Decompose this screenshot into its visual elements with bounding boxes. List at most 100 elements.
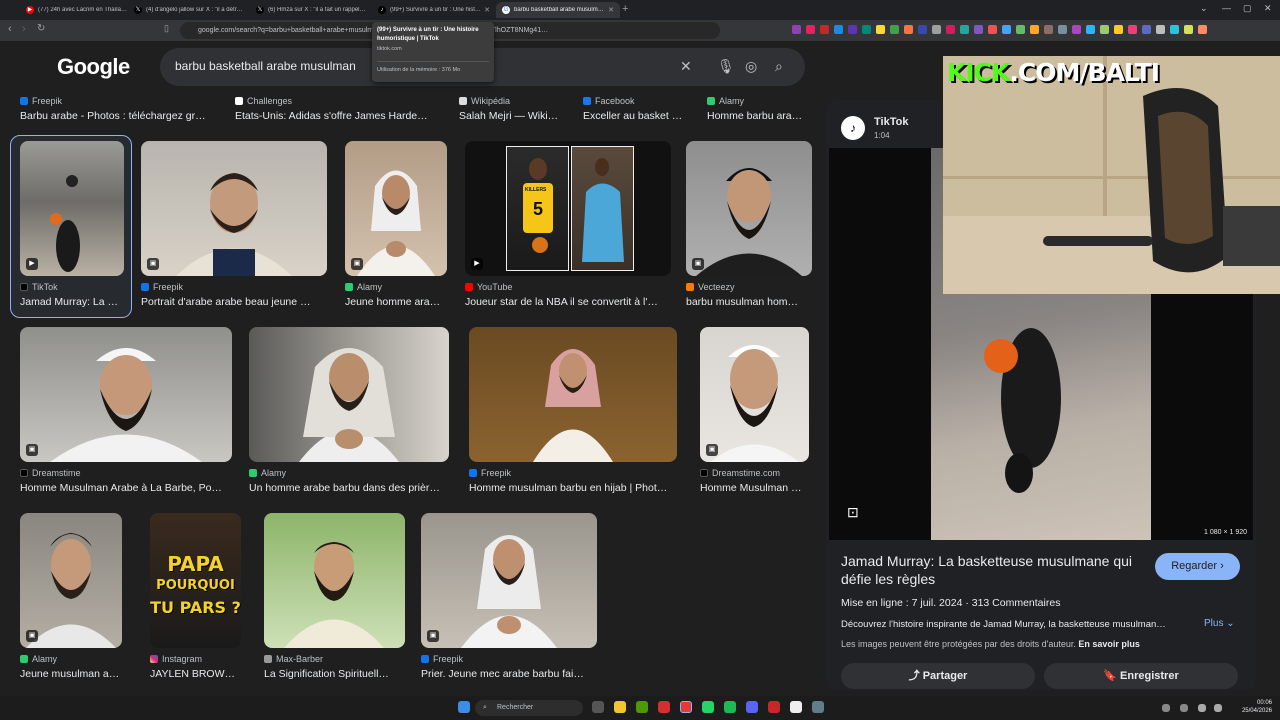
file-explorer-icon[interactable]: [614, 701, 626, 713]
result-thumbnail[interactable]: [249, 327, 449, 462]
windows-start-icon[interactable]: [458, 701, 470, 713]
save-button[interactable]: 🔖 Enregistrer: [1044, 663, 1238, 689]
browser-icon[interactable]: [680, 701, 692, 713]
result-title[interactable]: Joueur star de la NBA il se convertit à …: [465, 296, 671, 308]
back-icon[interactable]: ‹: [8, 23, 12, 35]
extension-icon[interactable]: [834, 25, 843, 34]
extension-icon[interactable]: [820, 25, 829, 34]
extension-icon[interactable]: [792, 25, 801, 34]
result-title[interactable]: Barbu arabe - Photos : téléchargez gr…: [20, 110, 220, 122]
extension-icon[interactable]: [1072, 25, 1081, 34]
extension-icon[interactable]: [1142, 25, 1151, 34]
whatsapp-icon[interactable]: [702, 701, 714, 713]
result-thumbnail[interactable]: ▣: [141, 141, 327, 276]
tray-icon[interactable]: [1180, 704, 1188, 712]
result-title[interactable]: barbu musulman hom…: [686, 296, 812, 308]
extension-icon[interactable]: [1114, 25, 1123, 34]
result-thumbnail[interactable]: [264, 513, 405, 648]
close-window-icon[interactable]: ✕: [1264, 3, 1272, 14]
extension-icon[interactable]: [1086, 25, 1095, 34]
top-result-freepik[interactable]: Freepik Barbu arabe - Photos : télécharg…: [20, 96, 220, 122]
new-tab-icon[interactable]: +: [622, 3, 628, 15]
brave-icon[interactable]: [658, 701, 670, 713]
close-icon[interactable]: ✕: [608, 6, 614, 14]
extension-icon[interactable]: [974, 25, 983, 34]
result-title[interactable]: Prier. Jeune mec arabe barbu fai…: [421, 668, 597, 680]
extension-icon[interactable]: [890, 25, 899, 34]
result-thumbnail[interactable]: 5 KILLERS ▶: [465, 141, 671, 276]
wifi-icon[interactable]: [1198, 704, 1206, 712]
extension-icon[interactable]: [848, 25, 857, 34]
extension-icon[interactable]: [1198, 25, 1207, 34]
minimize-icon[interactable]: —: [1222, 3, 1231, 13]
settings-icon[interactable]: [812, 701, 824, 713]
more-button[interactable]: Plus ⌄: [1204, 618, 1235, 629]
learn-more-link[interactable]: En savoir plus: [1078, 639, 1140, 649]
extension-icon[interactable]: [1030, 25, 1039, 34]
tab-lacrim[interactable]: ▶ (77) 24h avec Lacrim en Thaïlande w…: [20, 2, 136, 18]
tab-hmza[interactable]: 𝕏 (6) Hmza sur X : "il a fait un rappel …: [250, 2, 372, 18]
share-button[interactable]: ⤴ Partager: [841, 663, 1035, 689]
result-title[interactable]: La Signification Spirituell…: [264, 668, 414, 680]
google-logo[interactable]: Google: [57, 54, 130, 80]
top-result-alamy[interactable]: Alamy Homme barbu ara…: [707, 96, 809, 122]
tab-tiktok[interactable]: ♪ (99+) Survivre à un tir : Une histo… ✕: [372, 2, 496, 18]
panel-source[interactable]: TikTok: [874, 116, 908, 128]
extension-icon[interactable]: [904, 25, 913, 34]
close-icon[interactable]: ✕: [484, 6, 490, 14]
result-thumbnail[interactable]: ▣: [20, 513, 122, 648]
taskbar-search[interactable]: ⌕ Rechercher: [475, 700, 583, 716]
task-view-icon[interactable]: [592, 701, 604, 713]
result-title[interactable]: Homme musulman barbu en hijab | Phot…: [469, 482, 677, 494]
tab-google-search[interactable]: G barbu basketball arabe musulm… ✕: [496, 2, 620, 18]
result-title[interactable]: Jamad Murray: La …: [20, 296, 124, 308]
result-title[interactable]: Salah Mejri — Wiki…: [459, 110, 569, 122]
maximize-icon[interactable]: ▢: [1243, 3, 1252, 14]
spotify-icon[interactable]: [724, 701, 736, 713]
extension-icon[interactable]: [960, 25, 969, 34]
app-icon[interactable]: [768, 701, 780, 713]
result-thumbnail[interactable]: ▣: [20, 327, 232, 462]
extension-icon[interactable]: [1184, 25, 1193, 34]
result-title[interactable]: Jeune homme ara…: [345, 296, 447, 308]
extension-icon[interactable]: [918, 25, 927, 34]
extension-icon[interactable]: [1156, 25, 1165, 34]
extension-icon[interactable]: [1170, 25, 1179, 34]
chevron-down-icon[interactable]: ⌄: [1200, 3, 1208, 14]
search-icon[interactable]: ⌕: [775, 58, 783, 75]
extension-icon[interactable]: [1058, 25, 1067, 34]
forward-icon[interactable]: ›: [22, 23, 26, 35]
lens-search-icon[interactable]: ⊡: [847, 504, 859, 521]
extension-icon[interactable]: [932, 25, 941, 34]
result-thumbnail[interactable]: ▶: [20, 141, 124, 276]
top-result-facebook[interactable]: Facebook Exceller au basket …: [583, 96, 691, 122]
clear-icon[interactable]: ✕: [680, 58, 692, 75]
extension-icon[interactable]: [1002, 25, 1011, 34]
extension-icon[interactable]: [1044, 25, 1053, 34]
search-input[interactable]: barbu basketball arabe musulman: [175, 59, 356, 73]
extension-icon[interactable]: [946, 25, 955, 34]
app-icon[interactable]: [636, 701, 648, 713]
result-title[interactable]: Etats-Unis: Adidas s'offre James Harde…: [235, 110, 440, 122]
volume-icon[interactable]: [1214, 704, 1222, 712]
tray-icon[interactable]: [1162, 704, 1170, 712]
result-title[interactable]: Homme Musulman …: [700, 482, 809, 494]
tab-dangelo[interactable]: 𝕏 (4) d'angelo jallow sur X : "il a détr…: [128, 2, 250, 18]
result-thumbnail[interactable]: [469, 327, 677, 462]
result-title[interactable]: Un homme arabe barbu dans des prièr…: [249, 482, 449, 494]
extension-icon[interactable]: [862, 25, 871, 34]
result-title[interactable]: JAYLEN BROWN (…: [150, 668, 241, 680]
result-thumbnail[interactable]: ▣: [700, 327, 809, 462]
result-thumbnail[interactable]: ▣: [421, 513, 597, 648]
result-title[interactable]: Jeune musulman a…: [20, 668, 122, 680]
bookmark-icon[interactable]: ▯: [164, 23, 169, 34]
panel-title[interactable]: Jamad Murray: La basketteuse musulmane q…: [841, 552, 1141, 588]
microphone-icon[interactable]: 🎙: [717, 58, 735, 75]
result-title[interactable]: Exceller au basket …: [583, 110, 691, 122]
result-title[interactable]: Portrait d'arabe arabe beau jeune …: [141, 296, 327, 308]
result-thumbnail[interactable]: PAPA POURQUOI TU PARS ?: [150, 513, 241, 648]
result-thumbnail[interactable]: ▣: [345, 141, 447, 276]
lens-icon[interactable]: ◎: [745, 58, 757, 75]
extension-icon[interactable]: [806, 25, 815, 34]
system-clock[interactable]: 00:06 25/04/2026: [1242, 699, 1272, 715]
